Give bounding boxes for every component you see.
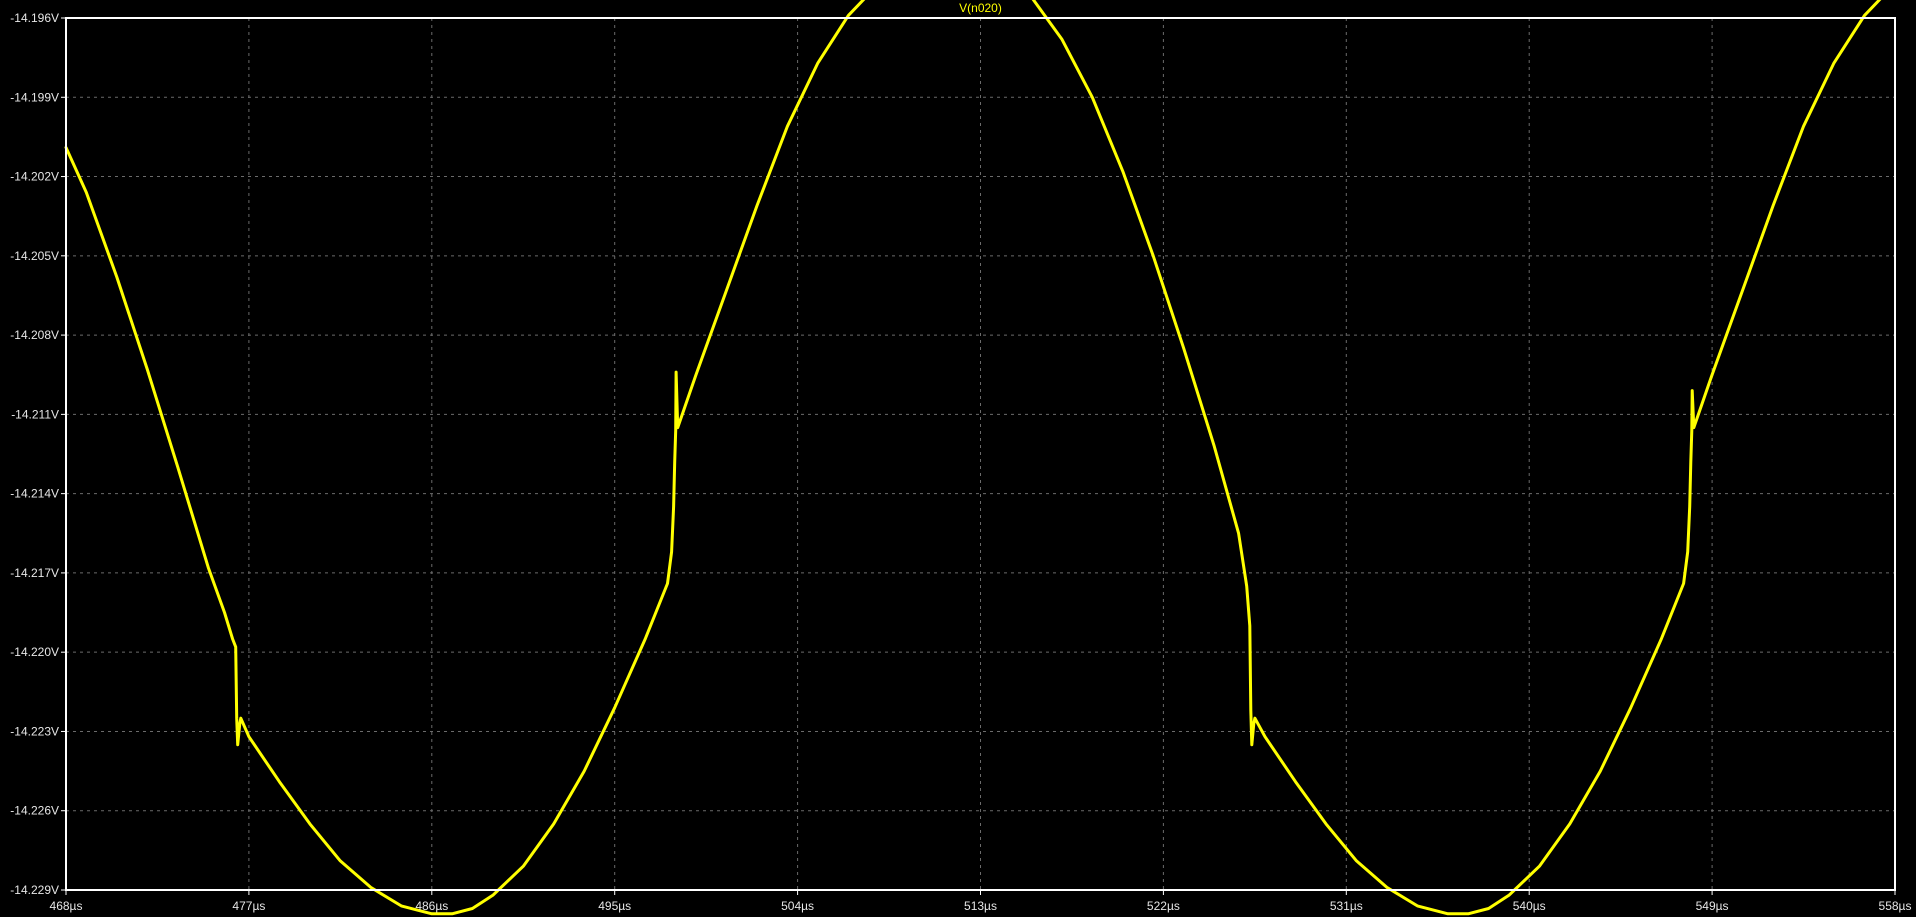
y-tick-label: -14.196V xyxy=(10,11,59,25)
y-tick-label: -14.223V xyxy=(10,724,59,738)
x-tick-label: 549µs xyxy=(1696,899,1729,913)
y-tick-label: -14.214V xyxy=(10,487,59,501)
y-tick-label: -14.226V xyxy=(10,804,59,818)
y-tick-label: -14.205V xyxy=(10,249,59,263)
x-tick-label: 540µs xyxy=(1513,899,1546,913)
x-tick-label: 477µs xyxy=(232,899,265,913)
x-tick-label: 513µs xyxy=(964,899,997,913)
waveform-chart: 468µs 477µs 486µs 495µs 504µs 513µs 522µs 531µs… xyxy=(0,0,1916,917)
y-tick-label: -14.220V xyxy=(10,645,59,659)
y-tick-label: -14.199V xyxy=(10,90,59,104)
y-tick-label: -14.217V xyxy=(10,566,59,580)
x-tick-label: 495µs xyxy=(598,899,631,913)
y-tick-label: -14.208V xyxy=(10,328,59,342)
x-tick-label: 504µs xyxy=(781,899,814,913)
chart-title: V(n020) xyxy=(959,1,1002,15)
x-tick-label: 531µs xyxy=(1330,899,1363,913)
y-tick-label: -14.229V xyxy=(10,883,59,897)
x-tick-label: 522µs xyxy=(1147,899,1180,913)
x-tick-label: 468µs xyxy=(50,899,83,913)
x-tick-label: 486µs xyxy=(415,899,448,913)
y-tick-label: -14.211V xyxy=(11,407,59,421)
chart-background xyxy=(0,0,1916,917)
x-tick-label: 558µs xyxy=(1879,899,1912,913)
y-tick-label: -14.202V xyxy=(10,170,59,184)
